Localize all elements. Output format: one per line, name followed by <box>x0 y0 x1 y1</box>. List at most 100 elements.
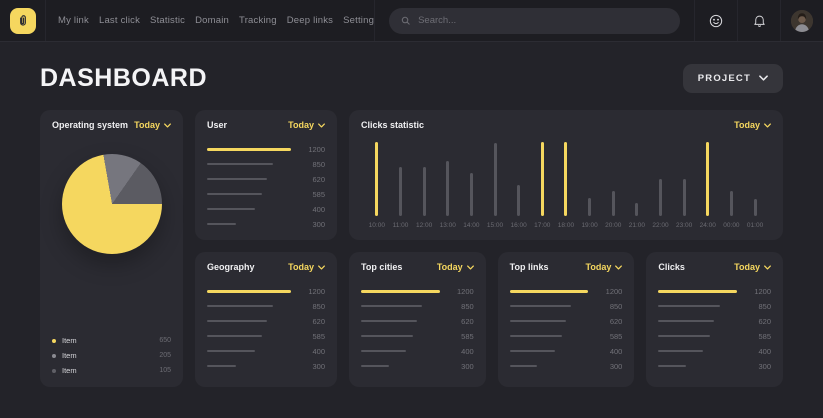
search-input[interactable] <box>418 15 669 26</box>
legend-label: Item <box>62 366 153 375</box>
nav-item[interactable]: Setting <box>343 15 374 26</box>
period-label: Today <box>288 120 314 130</box>
hbar-value: 850 <box>299 160 325 169</box>
vbar <box>446 161 449 216</box>
vbar <box>494 143 497 216</box>
period-dropdown[interactable]: Today <box>586 262 623 272</box>
period-dropdown[interactable]: Today <box>288 120 325 130</box>
search-bar[interactable] <box>389 8 680 34</box>
project-dropdown-button[interactable]: PROJECT <box>683 64 783 93</box>
hbar-value: 300 <box>596 362 622 371</box>
time-label: 13:00 <box>440 222 456 230</box>
hbar-value: 850 <box>448 302 474 311</box>
hbar-value: 620 <box>299 175 325 184</box>
hbar <box>361 350 406 352</box>
hbar <box>361 320 417 322</box>
chevron-down-icon <box>164 123 171 128</box>
vbar <box>659 179 662 216</box>
hbar-value: 300 <box>299 220 325 229</box>
notifications-button[interactable] <box>737 0 780 41</box>
vbar-chart: 10:00 11:00 12:00 <box>361 142 771 230</box>
time-label: 15:00 <box>487 222 503 230</box>
hbar-row: 850 <box>510 304 623 308</box>
hbar-row: 620 <box>207 177 325 181</box>
time-label: 24:00 <box>700 222 716 230</box>
row-top: User Today 1200 <box>195 110 783 240</box>
hbar-row: 585 <box>510 334 623 338</box>
page-title: DASHBOARD <box>40 64 207 93</box>
vbar <box>517 185 520 216</box>
vbar-col: 13:00 <box>436 142 460 230</box>
hbar-row: 400 <box>510 349 623 353</box>
time-label: 12:00 <box>416 222 432 230</box>
user-avatar <box>791 10 813 32</box>
vbar-col: 18:00 <box>554 142 578 230</box>
vbar-col: 14:00 <box>460 142 484 230</box>
time-label: 22:00 <box>652 222 668 230</box>
dashboard-grid: Operating system Today Item 650 Item <box>40 110 783 387</box>
hbar-row: 850 <box>658 304 771 308</box>
hbar-value: 400 <box>299 205 325 214</box>
vbar <box>399 167 402 216</box>
card-clicks-statistic: Clicks statistic Today 10:00 <box>349 110 783 240</box>
hbar <box>207 148 291 151</box>
period-dropdown[interactable]: Today <box>134 120 171 130</box>
nav-item[interactable]: Last click <box>99 15 140 26</box>
hbar-value: 585 <box>745 332 771 341</box>
main-nav: My link Last click Statistic Domain Trac… <box>46 15 374 26</box>
hbar-value: 585 <box>299 332 325 341</box>
emoji-button[interactable] <box>694 0 737 41</box>
hbar-value: 620 <box>448 317 474 326</box>
period-dropdown[interactable]: Today <box>734 120 771 130</box>
hbar-value: 620 <box>299 317 325 326</box>
vbar-col: 17:00 <box>530 142 554 230</box>
app-logo[interactable] <box>10 8 36 34</box>
nav-item[interactable]: Tracking <box>239 15 277 26</box>
nav-item[interactable]: My link <box>58 15 89 26</box>
nav-item[interactable]: Statistic <box>150 15 185 26</box>
paperclip-icon <box>16 14 30 28</box>
hbar-row: 1200 <box>510 289 623 293</box>
vbar-col: 01:00 <box>743 142 767 230</box>
avatar-button[interactable] <box>780 0 823 41</box>
hbar <box>658 290 737 293</box>
period-dropdown[interactable]: Today <box>734 262 771 272</box>
hbar-row: 400 <box>207 349 325 353</box>
legend-value: 650 <box>159 337 171 344</box>
time-label: 23:00 <box>676 222 692 230</box>
card-operating-system: Operating system Today Item 650 Item <box>40 110 183 387</box>
vbar-col: 11:00 <box>389 142 413 230</box>
hbar <box>658 350 703 352</box>
vbar-col: 10:00 <box>365 142 389 230</box>
hbar <box>361 305 422 307</box>
vbar <box>375 142 378 216</box>
vbar <box>588 198 591 216</box>
top-navbar: My link Last click Statistic Domain Trac… <box>0 0 823 42</box>
nav-item[interactable]: Deep links <box>287 15 333 26</box>
hbar-row: 300 <box>510 364 623 368</box>
period-dropdown[interactable]: Today <box>437 262 474 272</box>
time-label: 00:00 <box>723 222 739 230</box>
hbar-row: 850 <box>207 162 325 166</box>
os-legend: Item 650 Item 205 Item 105 <box>52 336 171 377</box>
hbar-row: 400 <box>658 349 771 353</box>
period-label: Today <box>437 262 463 272</box>
vbar-col: 24:00 <box>696 142 720 230</box>
legend-item: Item 650 <box>52 336 171 345</box>
hbar-value: 1200 <box>448 287 474 296</box>
card-title: Clicks <box>658 262 685 272</box>
row-bottom: Geography Today 1200 <box>195 252 783 387</box>
hbar-row: 620 <box>361 319 474 323</box>
vbar-col: 12:00 <box>412 142 436 230</box>
vbar <box>470 173 473 216</box>
vbar <box>706 142 709 216</box>
time-label: 14:00 <box>463 222 479 230</box>
vbar <box>423 167 426 216</box>
nav-item[interactable]: Domain <box>195 15 229 26</box>
hbar-row: 300 <box>361 364 474 368</box>
hbar-row: 1200 <box>207 289 325 293</box>
hbar-value: 620 <box>596 317 622 326</box>
hbar-row: 585 <box>658 334 771 338</box>
period-dropdown[interactable]: Today <box>288 262 325 272</box>
hbar <box>207 193 262 195</box>
